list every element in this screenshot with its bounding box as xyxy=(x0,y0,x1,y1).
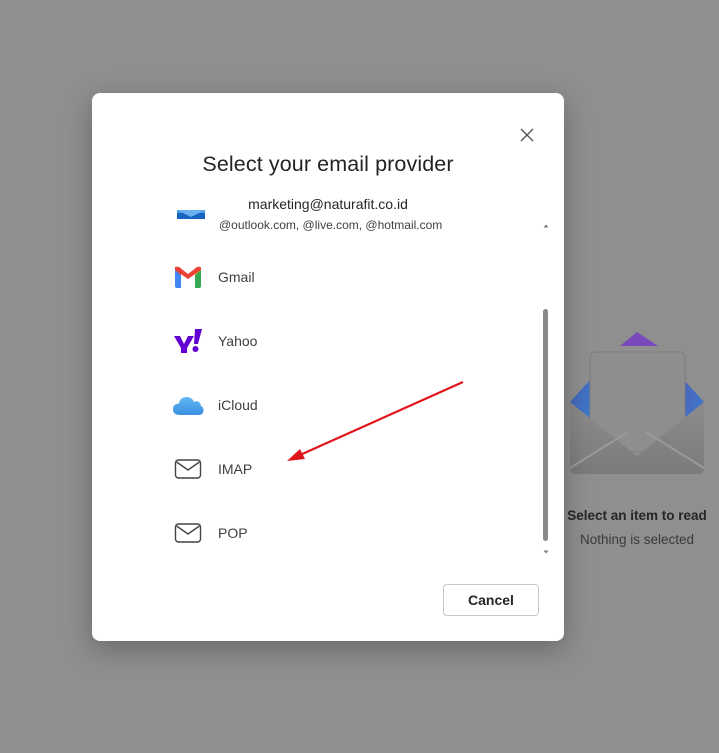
mail-envelope-icon xyxy=(172,517,204,549)
provider-imap[interactable]: IMAP xyxy=(172,449,532,489)
yahoo-icon xyxy=(172,325,204,357)
icloud-icon xyxy=(172,389,204,421)
scroll-down-arrow-icon[interactable] xyxy=(542,548,550,556)
email-provider-dialog: Select your email provider marketing@nat… xyxy=(92,93,564,641)
provider-label: iCloud xyxy=(218,397,258,413)
provider-label: POP xyxy=(218,525,248,541)
provider-label: Yahoo xyxy=(218,333,258,349)
dialog-title: Select your email provider xyxy=(202,152,454,176)
provider-label: IMAP xyxy=(218,461,253,477)
provider-icloud[interactable]: iCloud xyxy=(172,385,532,425)
provider-yahoo[interactable]: Yahoo xyxy=(172,321,532,361)
mail-envelope-icon xyxy=(172,453,204,485)
provider-gmail[interactable]: Gmail xyxy=(172,257,532,297)
provider-list[interactable]: marketing@naturafit.co.id @outlook.com, … xyxy=(92,193,564,561)
provider-pop[interactable]: POP xyxy=(172,513,532,553)
outlook-domains: @outlook.com, @live.com, @hotmail.com xyxy=(219,218,443,232)
cancel-button[interactable]: Cancel xyxy=(443,584,539,616)
scroll-up-arrow-icon[interactable] xyxy=(542,222,550,230)
page: Select an item to read Nothing is select… xyxy=(0,0,719,753)
account-email: marketing@naturafit.co.id xyxy=(248,196,408,212)
outlook-icon xyxy=(177,210,205,219)
gmail-icon xyxy=(172,261,204,293)
empty-state-subtitle: Nothing is selected xyxy=(579,532,695,547)
close-button[interactable] xyxy=(514,122,540,148)
scrollbar-thumb[interactable] xyxy=(543,309,548,541)
close-icon xyxy=(520,128,534,142)
provider-outlook[interactable]: marketing@naturafit.co.id @outlook.com, … xyxy=(92,193,564,237)
provider-label: Gmail xyxy=(218,269,255,285)
empty-mailbox-illustration xyxy=(569,332,705,474)
empty-state-title: Select an item to read xyxy=(567,508,707,523)
